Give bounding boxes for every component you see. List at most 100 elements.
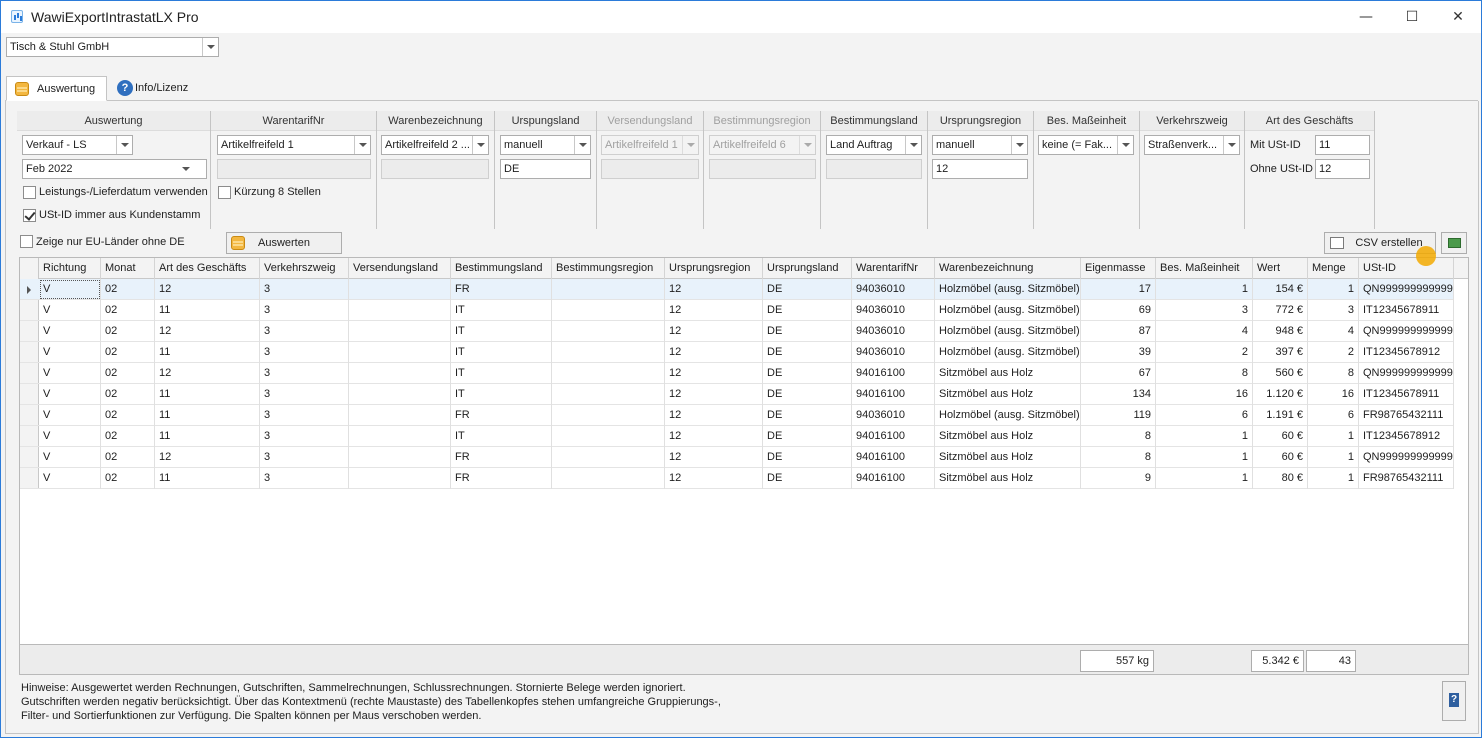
- table-cell[interactable]: 02: [101, 279, 155, 300]
- table-cell[interactable]: 1: [1308, 468, 1359, 489]
- masseinheit-select[interactable]: keine (= Fak...: [1038, 135, 1134, 155]
- table-cell[interactable]: Sitzmöbel aus Holz: [935, 447, 1081, 468]
- table-cell[interactable]: 94016100: [852, 447, 935, 468]
- table-cell[interactable]: [552, 468, 665, 489]
- table-cell[interactable]: 94036010: [852, 300, 935, 321]
- table-cell[interactable]: 94036010: [852, 405, 935, 426]
- table-row[interactable]: V 02 11 3 IT 12 DE 94016100 Sitzmöbel aus Holz 13…: [20, 384, 1454, 405]
- table-cell[interactable]: QN999999999999: [1359, 321, 1454, 342]
- ursprungsregion-input[interactable]: 12: [932, 159, 1028, 179]
- ursprungsland-input[interactable]: DE: [500, 159, 591, 179]
- table-cell[interactable]: [552, 447, 665, 468]
- table-cell[interactable]: QN999999999999: [1359, 447, 1454, 468]
- table-cell[interactable]: 3: [260, 468, 349, 489]
- table-cell[interactable]: 02: [101, 342, 155, 363]
- eu-only-checkbox[interactable]: [20, 235, 33, 248]
- table-cell[interactable]: 39: [1081, 342, 1156, 363]
- table-cell[interactable]: 8: [1308, 363, 1359, 384]
- table-cell[interactable]: QN999999999999: [1359, 363, 1454, 384]
- column-header[interactable]: Art des Geschäfts: [155, 258, 260, 279]
- table-cell[interactable]: 3: [260, 447, 349, 468]
- table-cell[interactable]: Sitzmöbel aus Holz: [935, 384, 1081, 405]
- table-cell[interactable]: Sitzmöbel aus Holz: [935, 363, 1081, 384]
- ursprungsregion-select[interactable]: manuell: [932, 135, 1028, 155]
- table-cell[interactable]: [349, 405, 451, 426]
- table-cell[interactable]: 1: [1308, 279, 1359, 300]
- table-cell[interactable]: 1: [1156, 468, 1253, 489]
- table-cell[interactable]: 67: [1081, 363, 1156, 384]
- table-cell[interactable]: Holzmöbel (ausg. Sitzmöbel): [935, 279, 1081, 300]
- table-cell[interactable]: V: [39, 321, 101, 342]
- table-cell[interactable]: Holzmöbel (ausg. Sitzmöbel): [935, 300, 1081, 321]
- table-cell[interactable]: DE: [763, 468, 852, 489]
- table-cell[interactable]: 12: [665, 279, 763, 300]
- table-cell[interactable]: 3: [1308, 300, 1359, 321]
- table-cell[interactable]: DE: [763, 342, 852, 363]
- table-cell[interactable]: 560 €: [1253, 363, 1308, 384]
- table-cell[interactable]: DE: [763, 363, 852, 384]
- table-cell[interactable]: 94036010: [852, 279, 935, 300]
- warenbezeichnung-select[interactable]: Artikelfreifeld 2 ...: [381, 135, 489, 155]
- column-header[interactable]: Richtung: [39, 258, 101, 279]
- warentarif-select[interactable]: Artikelfreifeld 1: [217, 135, 371, 155]
- table-cell[interactable]: 1: [1156, 447, 1253, 468]
- table-cell[interactable]: 8: [1081, 447, 1156, 468]
- table-cell[interactable]: IT: [451, 321, 552, 342]
- table-cell[interactable]: 12: [665, 300, 763, 321]
- table-cell[interactable]: V: [39, 426, 101, 447]
- table-cell[interactable]: IT: [451, 384, 552, 405]
- table-cell[interactable]: 11: [155, 384, 260, 405]
- table-cell[interactable]: IT: [451, 363, 552, 384]
- table-cell[interactable]: [552, 363, 665, 384]
- table-cell[interactable]: 3: [1156, 300, 1253, 321]
- ohne-ustid-input[interactable]: 12: [1315, 159, 1370, 179]
- table-cell[interactable]: 12: [665, 342, 763, 363]
- table-cell[interactable]: V: [39, 447, 101, 468]
- table-cell[interactable]: 87: [1081, 321, 1156, 342]
- table-cell[interactable]: 11: [155, 468, 260, 489]
- table-cell[interactable]: IT12345678912: [1359, 426, 1454, 447]
- table-cell[interactable]: [349, 447, 451, 468]
- table-cell[interactable]: 1.191 €: [1253, 405, 1308, 426]
- mit-ustid-input[interactable]: 11: [1315, 135, 1370, 155]
- table-cell[interactable]: 948 €: [1253, 321, 1308, 342]
- table-cell[interactable]: Holzmöbel (ausg. Sitzmöbel): [935, 405, 1081, 426]
- column-header[interactable]: Ursprungsland: [763, 258, 852, 279]
- bestimmungsland-select[interactable]: Land Auftrag: [826, 135, 922, 155]
- table-cell[interactable]: 12: [155, 279, 260, 300]
- table-cell[interactable]: [349, 279, 451, 300]
- column-header[interactable]: Bestimmungsland: [451, 258, 552, 279]
- verkehrszweig-select[interactable]: Straßenverk...: [1144, 135, 1240, 155]
- table-cell[interactable]: IT12345678911: [1359, 300, 1454, 321]
- table-cell[interactable]: [552, 405, 665, 426]
- table-row[interactable]: V 02 12 3 FR 12 DE 94016100 Sitzmöbel aus Holz 8 1…: [20, 447, 1454, 468]
- table-cell[interactable]: 134: [1081, 384, 1156, 405]
- table-cell[interactable]: 94016100: [852, 426, 935, 447]
- maximize-button[interactable]: ☐: [1389, 1, 1435, 33]
- table-cell[interactable]: 94016100: [852, 468, 935, 489]
- table-cell[interactable]: 11: [155, 300, 260, 321]
- table-cell[interactable]: 2: [1156, 342, 1253, 363]
- table-cell[interactable]: [552, 321, 665, 342]
- table-cell[interactable]: 3: [260, 300, 349, 321]
- table-cell[interactable]: FR98765432111: [1359, 468, 1454, 489]
- use-delivery-date-checkbox[interactable]: [23, 186, 36, 199]
- table-row[interactable]: V 02 11 3 FR 12 DE 94036010 Holzmöbel (ausg. Sit…: [20, 405, 1454, 426]
- table-cell[interactable]: 6: [1156, 405, 1253, 426]
- table-cell[interactable]: 12: [665, 363, 763, 384]
- table-cell[interactable]: 8: [1156, 363, 1253, 384]
- company-select[interactable]: Tisch & Stuhl GmbH: [6, 37, 219, 57]
- column-header[interactable]: Eigenmasse: [1081, 258, 1156, 279]
- table-cell[interactable]: 12: [665, 321, 763, 342]
- column-header[interactable]: USt-ID: [1359, 258, 1454, 279]
- table-cell[interactable]: DE: [763, 300, 852, 321]
- tab-info-lizenz[interactable]: ? Info/Lizenz: [113, 76, 213, 101]
- table-cell[interactable]: 1: [1156, 279, 1253, 300]
- table-cell[interactable]: V: [39, 405, 101, 426]
- table-cell[interactable]: Sitzmöbel aus Holz: [935, 468, 1081, 489]
- table-cell[interactable]: 12: [665, 468, 763, 489]
- table-cell[interactable]: 12: [155, 321, 260, 342]
- table-cell[interactable]: V: [39, 279, 101, 300]
- table-row[interactable]: V 02 12 3 IT 12 DE 94016100 Sitzmöbel aus Holz 67…: [20, 363, 1454, 384]
- table-cell[interactable]: [349, 384, 451, 405]
